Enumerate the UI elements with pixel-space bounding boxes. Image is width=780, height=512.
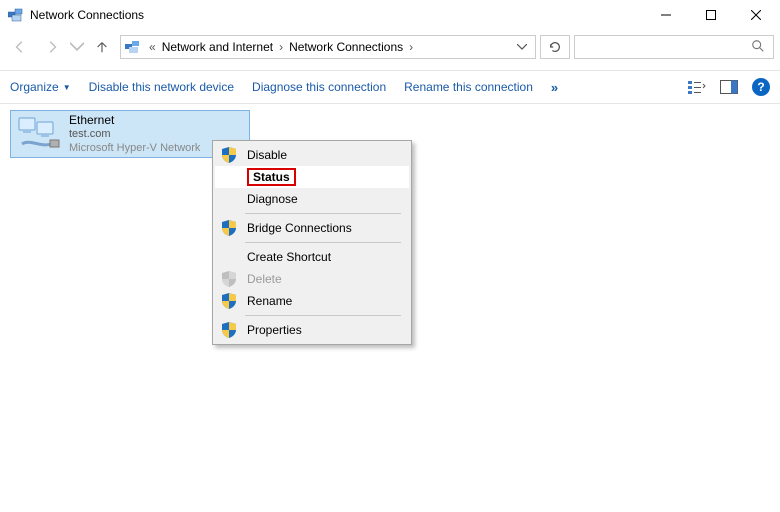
preview-pane-button[interactable] xyxy=(720,78,738,96)
rename-command[interactable]: Rename this connection xyxy=(404,80,533,94)
back-button[interactable] xyxy=(6,34,34,60)
menu-item-properties[interactable]: Properties xyxy=(215,319,409,341)
menu-item-label: Bridge Connections xyxy=(247,221,403,235)
diagnose-command[interactable]: Diagnose this connection xyxy=(252,80,386,94)
location-icon xyxy=(125,40,141,54)
refresh-button[interactable] xyxy=(540,35,570,59)
menu-item-bridge-connections[interactable]: Bridge Connections xyxy=(215,217,409,239)
menu-item-delete: Delete xyxy=(215,268,409,290)
history-dropdown[interactable] xyxy=(70,34,84,60)
menu-item-diagnose[interactable]: Diagnose xyxy=(215,188,409,210)
shield-icon xyxy=(221,293,237,309)
view-options-button[interactable] xyxy=(688,78,706,96)
search-icon xyxy=(751,39,765,56)
chevron-down-icon: ▼ xyxy=(63,83,71,92)
chevron-right-icon: › xyxy=(409,40,413,54)
organize-menu[interactable]: Organize▼ xyxy=(10,80,71,94)
command-bar: Organize▼ Disable this network device Di… xyxy=(0,70,780,104)
adapter-icon xyxy=(17,116,61,152)
minimize-button[interactable] xyxy=(643,0,688,30)
adapter-status: test.com xyxy=(69,128,200,142)
menu-item-label: Rename xyxy=(247,294,403,308)
breadcrumb[interactable]: « Network and Internet › Network Connect… xyxy=(120,35,536,59)
context-menu: Disable Status Diagnose Bridge Connections… xyxy=(212,140,412,345)
menu-item-label: Status xyxy=(247,170,403,184)
breadcrumb-item[interactable]: Network and Internet xyxy=(160,40,275,54)
adapter-name: Ethernet xyxy=(69,113,200,128)
shield-icon xyxy=(221,271,237,287)
menu-item-rename[interactable]: Rename xyxy=(215,290,409,312)
help-button[interactable]: ? xyxy=(752,78,770,96)
menu-item-create-shortcut[interactable]: Create Shortcut xyxy=(215,246,409,268)
app-icon xyxy=(8,8,24,22)
menu-item-disable[interactable]: Disable xyxy=(215,144,409,166)
menu-item-label: Create Shortcut xyxy=(247,250,403,264)
search-input[interactable] xyxy=(574,35,774,59)
menu-item-label: Delete xyxy=(247,272,403,286)
menu-item-label: Disable xyxy=(247,148,403,162)
menu-item-label: Properties xyxy=(247,323,403,337)
shield-icon xyxy=(221,322,237,338)
menu-item-label: Diagnose xyxy=(247,192,403,206)
shield-icon xyxy=(221,220,237,236)
menu-item-status[interactable]: Status xyxy=(215,166,409,188)
window-title: Network Connections xyxy=(30,8,643,22)
up-button[interactable] xyxy=(88,34,116,60)
breadcrumb-item[interactable]: Network Connections xyxy=(287,40,405,54)
menu-separator xyxy=(245,242,401,243)
blank-icon xyxy=(221,249,237,265)
breadcrumb-prefix: « xyxy=(149,40,156,54)
breadcrumb-dropdown[interactable] xyxy=(513,36,531,58)
chevron-right-icon: › xyxy=(279,40,283,54)
titlebar: Network Connections xyxy=(0,0,780,30)
disable-device-command[interactable]: Disable this network device xyxy=(89,80,234,94)
maximize-button[interactable] xyxy=(688,0,733,30)
overflow-commands[interactable]: » xyxy=(551,80,556,95)
menu-separator xyxy=(245,213,401,214)
adapter-device: Microsoft Hyper-V Network xyxy=(69,142,200,156)
forward-button[interactable] xyxy=(38,34,66,60)
close-button[interactable] xyxy=(733,0,778,30)
shield-icon xyxy=(221,147,237,163)
address-bar: « Network and Internet › Network Connect… xyxy=(0,30,780,64)
blank-icon xyxy=(221,191,237,207)
blank-icon xyxy=(221,169,237,185)
menu-separator xyxy=(245,315,401,316)
